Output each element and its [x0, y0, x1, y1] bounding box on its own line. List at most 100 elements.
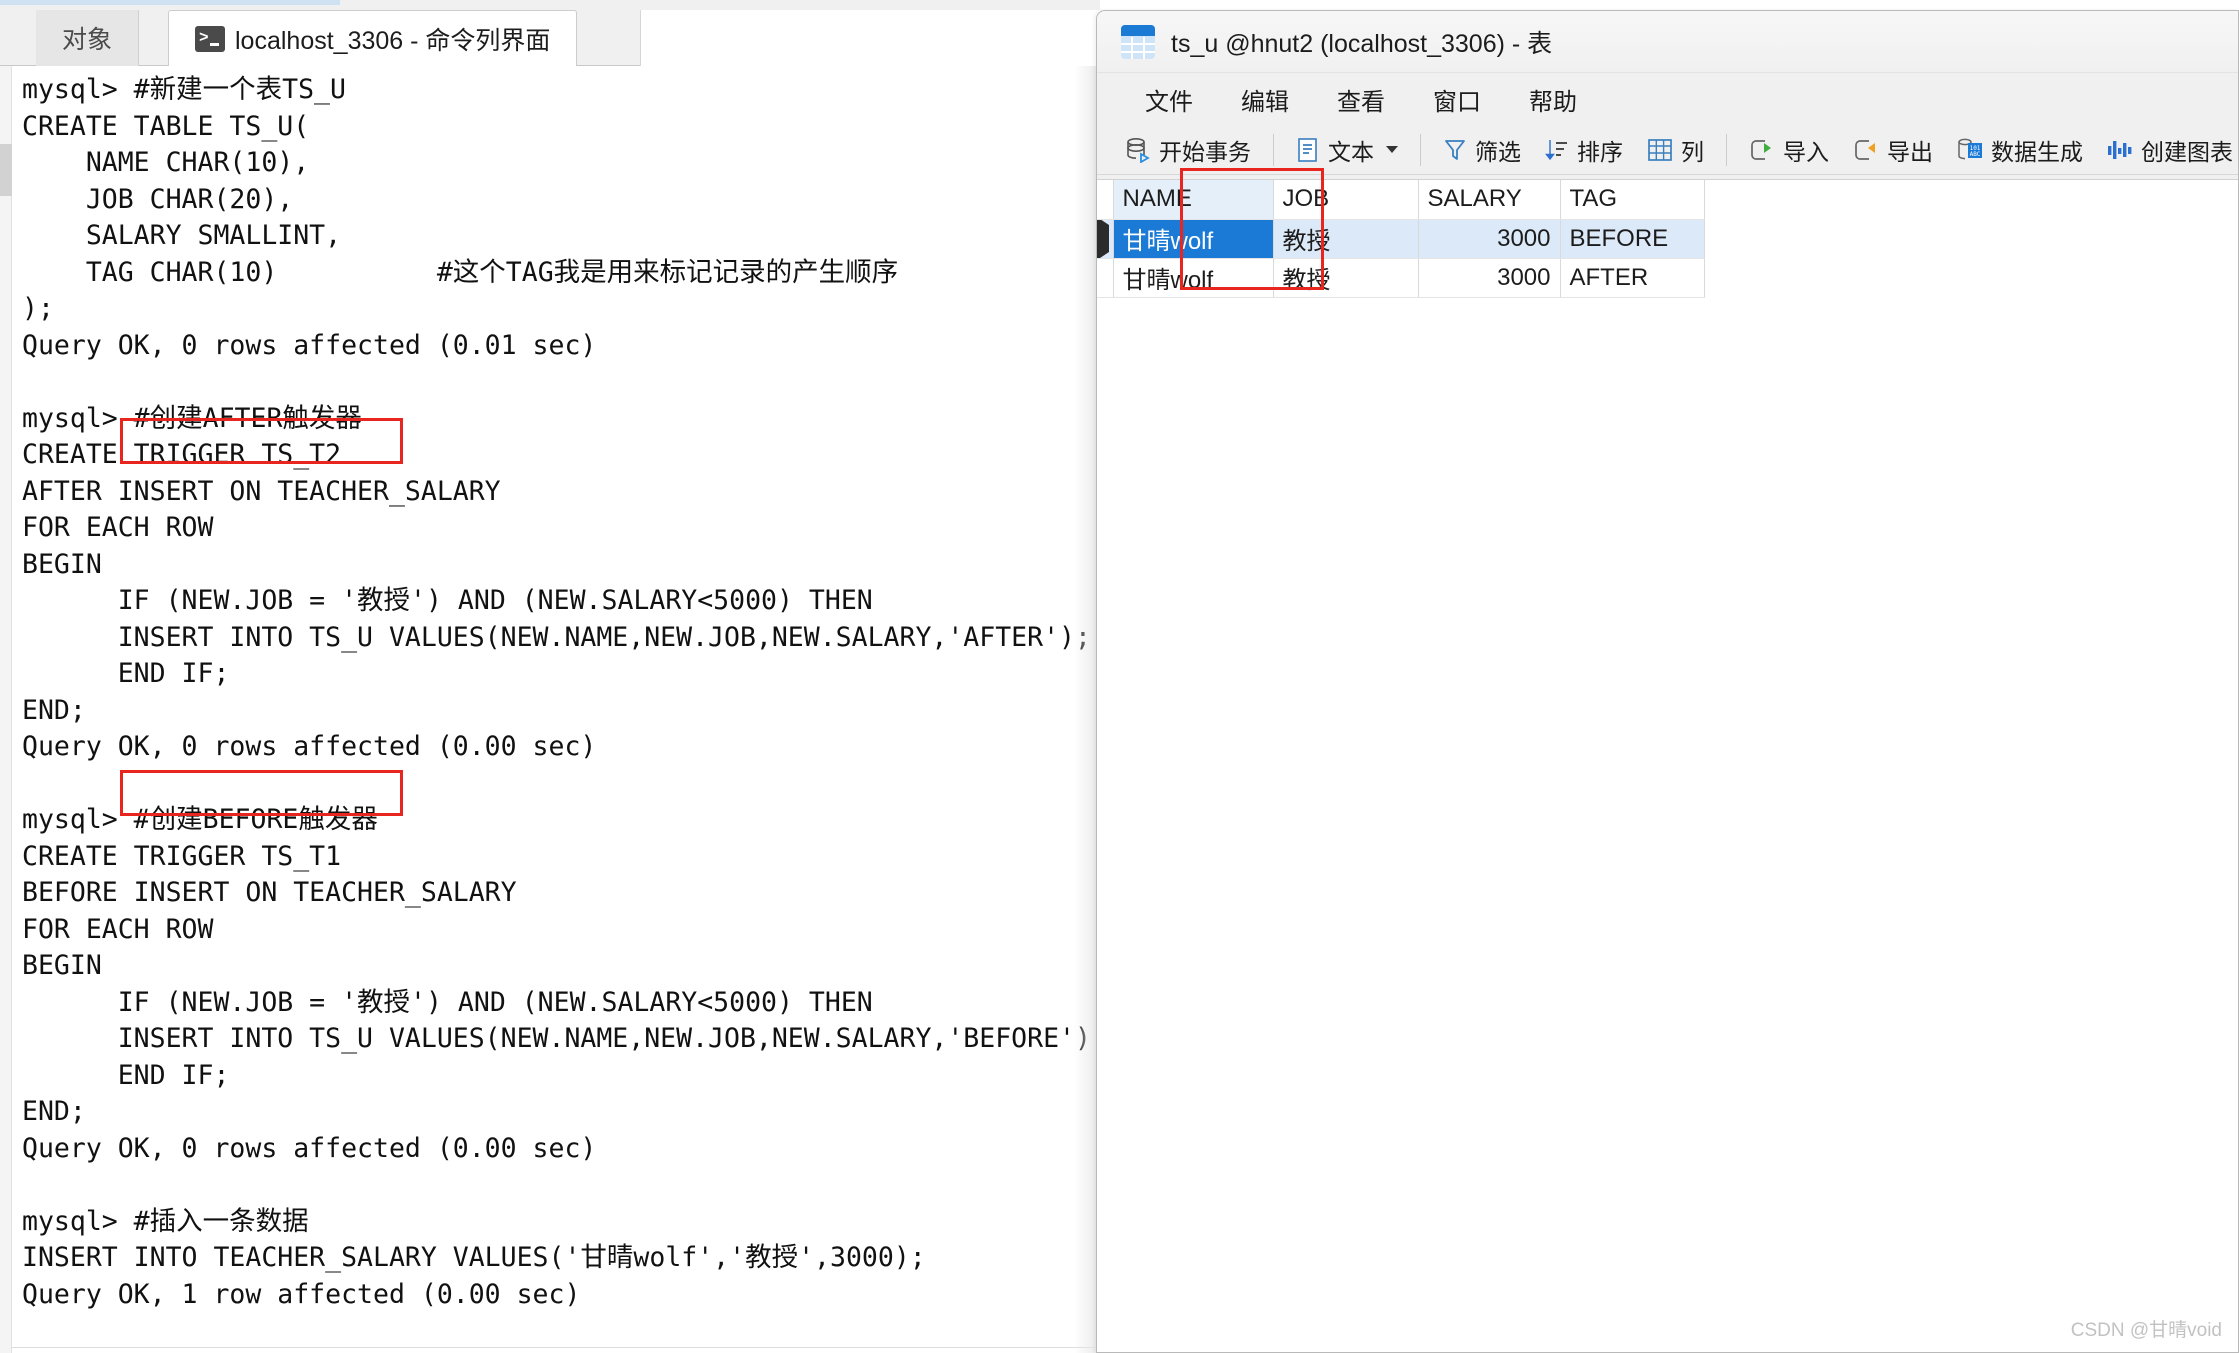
tab-objects[interactable]: 对象 [36, 10, 139, 66]
cell-salary[interactable]: 3000 [1418, 219, 1560, 258]
table-header: NAME JOB SALARY TAG [1097, 180, 1704, 219]
data-generation-icon: 101 ABC [1957, 137, 1983, 163]
menu-item-edit[interactable]: 编辑 [1217, 76, 1313, 123]
import-button[interactable]: 导入 [1737, 128, 1841, 172]
columns-label: 列 [1681, 133, 1704, 167]
sort-button[interactable]: 排序 [1533, 128, 1635, 172]
terminal-scrollbar-thumb[interactable] [0, 144, 12, 196]
terminal-tabstrip: 对象 localhost_3306 - 命令列界面 [0, 0, 1100, 66]
terminal-line: TAG CHAR(10) #这个TAG我是用来标记记录的产生顺序 [22, 255, 1092, 292]
cell-name[interactable]: 甘晴wolf [1113, 219, 1273, 258]
command-line-window: 对象 localhost_3306 - 命令列界面 mysql> #新建一个表T… [0, 0, 1100, 1353]
terminal-line: BEFORE INSERT ON TEACHER_SALARY [22, 875, 1092, 912]
terminal-line: mysql> #创建BEFORE触发器 [22, 802, 1092, 839]
cell-tag[interactable]: AFTER [1560, 258, 1704, 297]
import-label: 导入 [1783, 133, 1829, 167]
terminal-line: INSERT INTO TS_U VALUES(NEW.NAME,NEW.JOB… [22, 1021, 1092, 1058]
toolbar-separator-1 [1273, 134, 1274, 166]
navicat-window-title: ts_u @hnut2 (localhost_3306) - 表 [1171, 24, 1552, 60]
create-chart-label: 创建图表 [2141, 133, 2233, 167]
terminal-line: Query OK, 1 row affected (0.00 sec) [22, 1277, 1092, 1314]
terminal-line: Query OK, 0 rows affected (0.00 sec) [22, 1131, 1092, 1168]
svg-text:ABC: ABC [1970, 151, 1981, 158]
terminal-line: Query OK, 0 rows affected (0.00 sec) [22, 729, 1092, 766]
result-table: NAME JOB SALARY TAG 甘晴wolf 教授 3000 [1097, 180, 1705, 298]
menu-item-window[interactable]: 窗口 [1409, 76, 1505, 123]
terminal-line: CREATE TRIGGER TS_T2 [22, 437, 1092, 474]
terminal-output: mysql> #新建一个表TS_UCREATE TABLE TS_U( NAME… [22, 72, 1092, 1353]
table-icon [1121, 25, 1155, 59]
export-icon [1853, 137, 1879, 163]
terminal-line: ); [22, 291, 1092, 328]
terminal-line: AFTER INSERT ON TEACHER_SALARY [22, 474, 1092, 511]
sort-label: 排序 [1577, 133, 1623, 167]
row-marker-cell [1097, 258, 1113, 297]
terminal-line: END; [22, 693, 1092, 730]
terminal-body[interactable]: mysql> #新建一个表TS_UCREATE TABLE TS_U( NAME… [0, 66, 1100, 1353]
text-label: 文本 [1328, 133, 1374, 167]
table-header-row: NAME JOB SALARY TAG [1097, 180, 1704, 219]
table-row[interactable]: 甘晴wolf 教授 3000 BEFORE [1097, 219, 1704, 258]
terminal-line: NAME CHAR(10), [22, 145, 1092, 182]
data-generation-label: 数据生成 [1991, 133, 2083, 167]
column-header-tag[interactable]: TAG [1560, 180, 1704, 219]
create-chart-button[interactable]: 创建图表 [2095, 128, 2239, 172]
sort-icon [1545, 137, 1569, 163]
screenshot-root: 对象 localhost_3306 - 命令列界面 mysql> #新建一个表T… [0, 0, 2239, 1353]
terminal-line: FOR EACH ROW [22, 510, 1092, 547]
navicat-titlebar[interactable]: ts_u @hnut2 (localhost_3306) - 表 [1097, 11, 2238, 73]
transaction-icon [1125, 137, 1151, 163]
table-row[interactable]: 甘晴wolf 教授 3000 AFTER [1097, 258, 1704, 297]
terminal-bottom-edge [12, 1347, 1100, 1353]
terminal-line: END; [22, 1094, 1092, 1131]
terminal-line: CREATE TRIGGER TS_T1 [22, 839, 1092, 876]
watermark: CSDN @甘晴void [2071, 1315, 2222, 1342]
data-generation-button[interactable]: 101 ABC 数据生成 [1945, 128, 2095, 172]
export-button[interactable]: 导出 [1841, 128, 1945, 172]
export-label: 导出 [1887, 133, 1933, 167]
menu-item-file[interactable]: 文件 [1121, 76, 1217, 123]
table-body: 甘晴wolf 教授 3000 BEFORE 甘晴wolf 教授 3000 AFT… [1097, 219, 1704, 297]
command-line-icon [195, 26, 225, 52]
terminal-line: FOR EACH ROW [22, 912, 1092, 949]
terminal-scrollbar[interactable] [0, 66, 12, 1353]
column-header-salary[interactable]: SALARY [1418, 180, 1560, 219]
text-icon [1296, 137, 1320, 163]
begin-transaction-button[interactable]: 开始事务 [1113, 128, 1263, 172]
menu-item-view[interactable]: 查看 [1313, 76, 1409, 123]
cell-job[interactable]: 教授 [1273, 219, 1418, 258]
tab-command-line[interactable]: localhost_3306 - 命令列界面 [168, 10, 577, 66]
columns-button[interactable]: 列 [1635, 128, 1716, 172]
cell-job[interactable]: 教授 [1273, 258, 1418, 297]
cell-name[interactable]: 甘晴wolf [1113, 258, 1273, 297]
cell-salary[interactable]: 3000 [1418, 258, 1560, 297]
column-header-job[interactable]: JOB [1273, 180, 1418, 219]
terminal-line: IF (NEW.JOB = '教授') AND (NEW.SALARY<5000… [22, 583, 1092, 620]
terminal-line: INSERT INTO TS_U VALUES(NEW.NAME,NEW.JOB… [22, 620, 1092, 657]
chevron-down-icon[interactable] [1386, 146, 1398, 153]
terminal-line: SALARY SMALLINT, [22, 218, 1092, 255]
menu-item-help[interactable]: 帮助 [1505, 76, 1601, 123]
data-grid[interactable]: NAME JOB SALARY TAG 甘晴wolf 教授 3000 [1097, 179, 2239, 1353]
terminal-line: mysql> #新建一个表TS_U [22, 72, 1092, 109]
column-header-name[interactable]: NAME [1113, 180, 1273, 219]
terminal-line: END IF; [22, 1058, 1092, 1095]
terminal-line: BEGIN [22, 547, 1092, 584]
import-icon [1749, 137, 1775, 163]
terminal-line: INSERT INTO TEACHER_SALARY VALUES('甘晴wol… [22, 1240, 1092, 1277]
terminal-line: JOB CHAR(20), [22, 182, 1092, 219]
tab-objects-label: 对象 [62, 20, 112, 56]
text-button[interactable]: 文本 [1284, 128, 1410, 172]
tabstrip-empty-area [640, 10, 1120, 66]
create-chart-icon [2107, 137, 2133, 163]
tabstrip-accent [0, 0, 340, 5]
terminal-line [22, 1167, 1092, 1204]
columns-icon [1647, 137, 1673, 163]
cell-tag[interactable]: BEFORE [1560, 219, 1704, 258]
current-row-arrow-icon [1097, 219, 1109, 258]
terminal-line [22, 766, 1092, 803]
filter-button[interactable]: 筛选 [1431, 128, 1533, 172]
terminal-line: CREATE TABLE TS_U( [22, 109, 1092, 146]
terminal-line: END IF; [22, 656, 1092, 693]
terminal-line [22, 1313, 1092, 1350]
